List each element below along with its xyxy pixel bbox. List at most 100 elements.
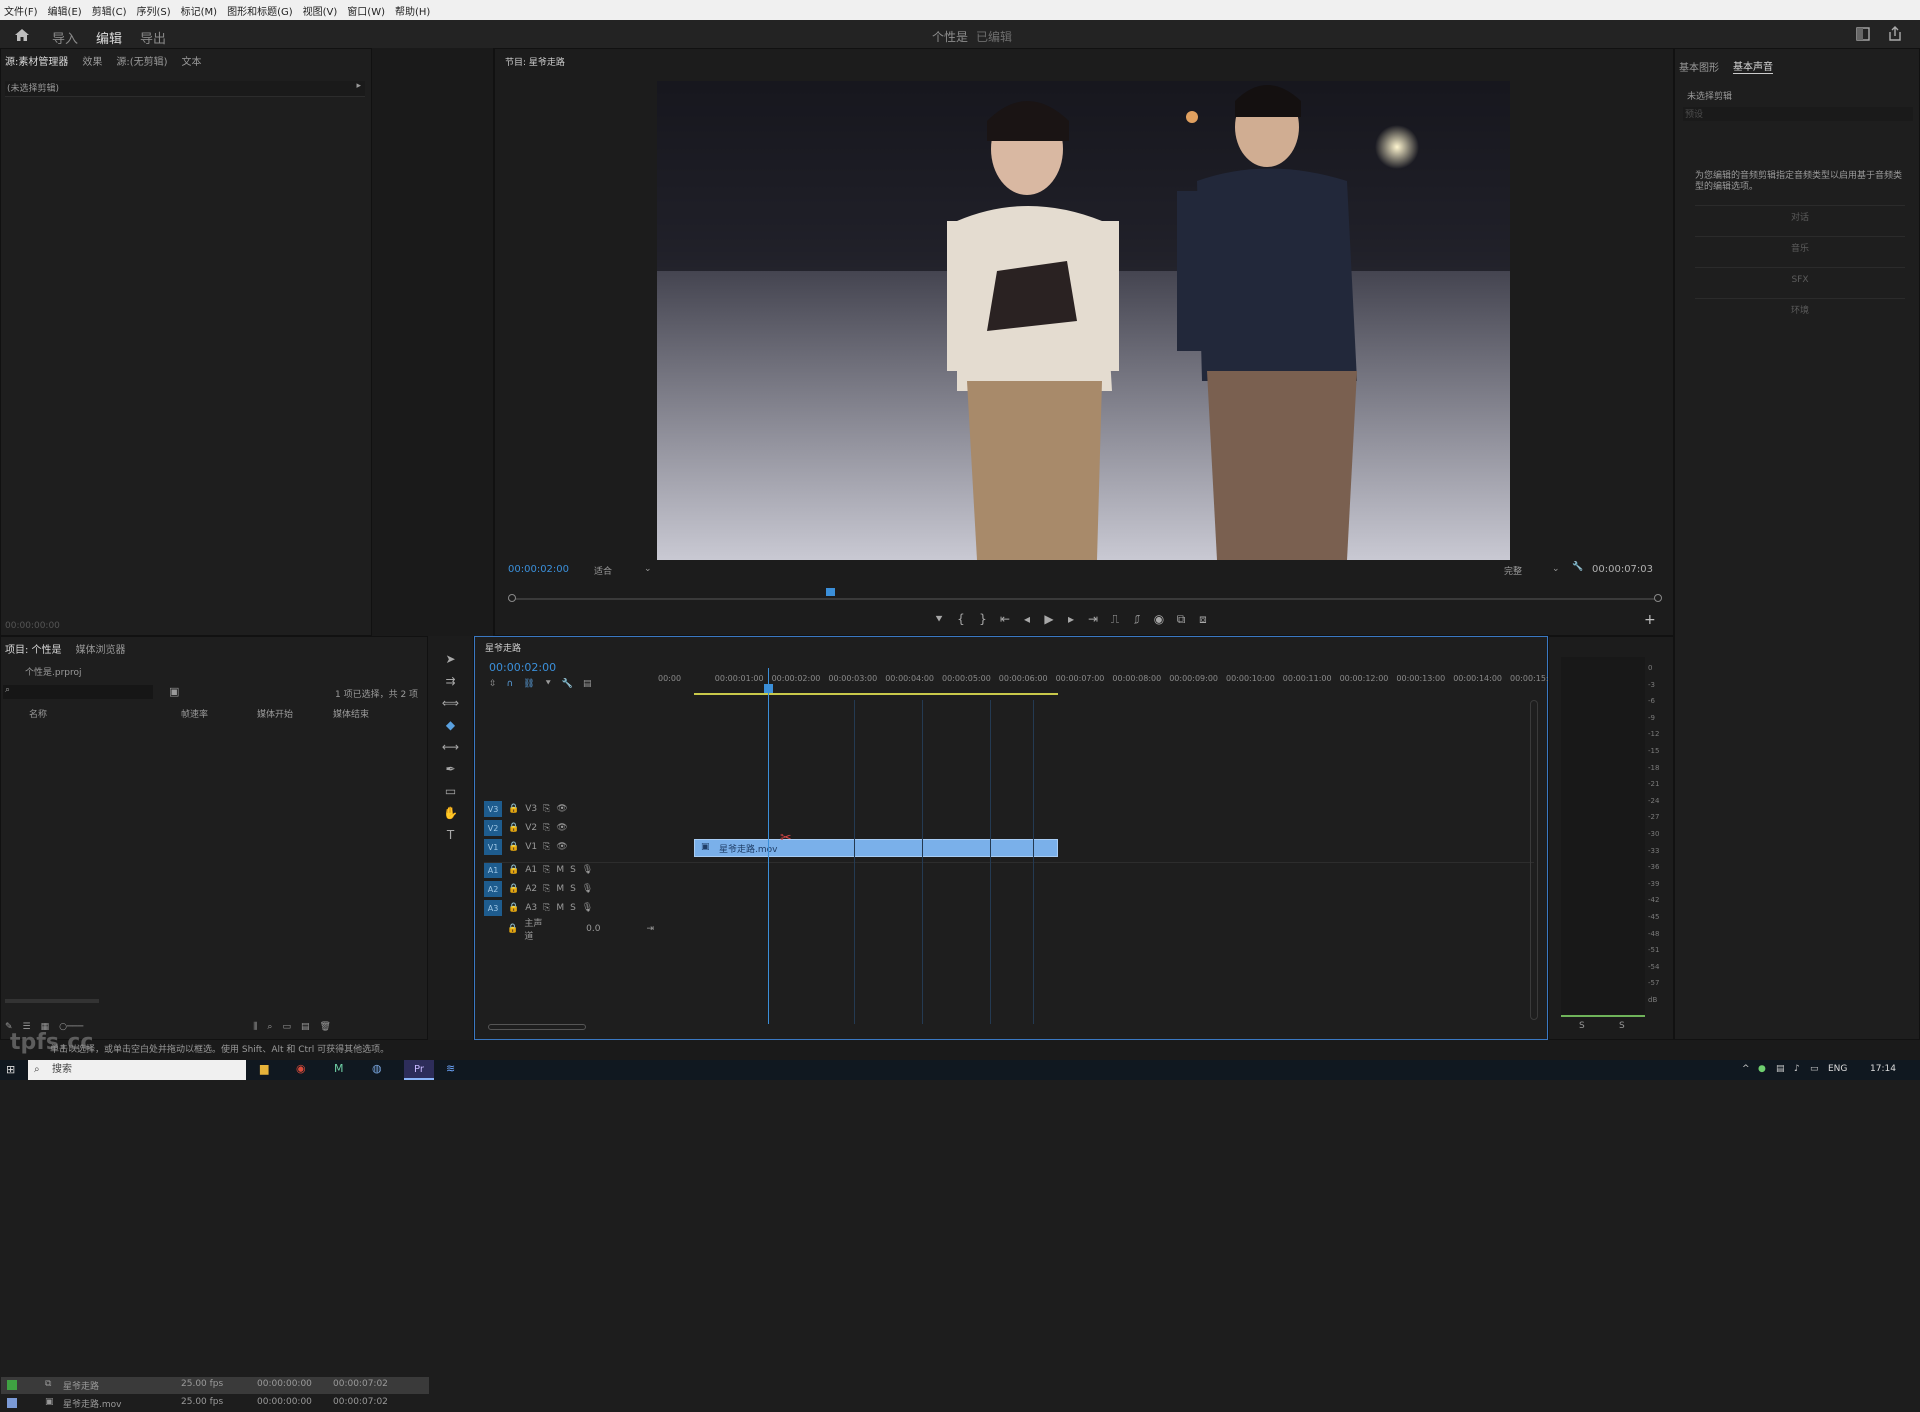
razor-tool-icon[interactable]: ◆ [442, 716, 460, 734]
mute-button[interactable]: M [556, 884, 564, 894]
sync-lock-icon[interactable]: ⎘ [543, 903, 550, 913]
tab-text[interactable]: 文本 [182, 53, 202, 68]
column-media-end[interactable]: 媒体结束 [333, 707, 369, 720]
trash-icon[interactable]: 🗑 [319, 1022, 330, 1032]
app-m-icon[interactable]: M [334, 1062, 344, 1075]
solo-button[interactable]: S [570, 903, 576, 913]
label-color-swatch[interactable] [7, 1380, 17, 1390]
automate-icon[interactable]: ⫼ [253, 1022, 257, 1032]
home-icon[interactable] [14, 28, 30, 45]
source-patch-toggle[interactable]: A3 [484, 900, 502, 916]
track-select-tool-icon[interactable]: ⇉ [442, 672, 460, 690]
settings-wrench-icon[interactable]: 🔧 [562, 679, 573, 689]
extract-icon[interactable]: ⎎ [1128, 610, 1146, 628]
tab-effects[interactable]: 效果 [82, 53, 102, 68]
source-patch-toggle[interactable]: A2 [484, 881, 502, 897]
column-fps[interactable]: 帧速率 [181, 707, 208, 720]
rectangle-tool-icon[interactable]: ▭ [442, 782, 460, 800]
fit-chevron-icon[interactable]: ⌄ [644, 564, 652, 574]
program-monitor-title[interactable]: 节目: 星爷走路 [505, 55, 565, 68]
menu-window[interactable]: 窗口(W) [347, 3, 385, 18]
tab-export[interactable]: 导出 [140, 28, 166, 47]
menu-help[interactable]: 帮助(H) [395, 3, 430, 18]
quality-chevron-icon[interactable]: ⌄ [1552, 564, 1560, 574]
windows-start-icon[interactable]: ⊞ [6, 1063, 15, 1076]
audio-track-header[interactable]: A1 🔒 A1 ⎘ M S 🎙 [484, 861, 654, 879]
tab-source-media[interactable]: 源:素材管理器 [5, 53, 68, 68]
lock-icon[interactable]: 🔒 [508, 903, 519, 913]
video-track-header[interactable]: V3 🔒 V3 ⎘ 👁 [484, 800, 654, 818]
project-scrollbar[interactable] [5, 999, 99, 1003]
export-frame-icon[interactable]: ◉ [1150, 610, 1168, 628]
taskbar-search-input[interactable]: ⌕ 搜索 [28, 1060, 246, 1080]
premiere-pro-icon[interactable]: Pr [404, 1060, 434, 1080]
solo-button[interactable]: S [570, 865, 576, 875]
marker-icon[interactable]: ⯆ [545, 679, 552, 689]
new-bin-bottom-icon[interactable]: ▭ [282, 1022, 291, 1032]
add-button-icon[interactable]: + [1644, 612, 1656, 628]
lock-icon[interactable]: 🔒 [507, 924, 518, 934]
music-button[interactable]: 音乐 [1695, 236, 1905, 260]
ambience-button[interactable]: 环境 [1695, 298, 1905, 322]
tray-wechat-icon[interactable]: ● [1758, 1064, 1766, 1074]
snap-icon[interactable]: ∩ [507, 679, 514, 689]
column-media-start[interactable]: 媒体开始 [257, 707, 293, 720]
source-patch-toggle[interactable]: V3 [484, 801, 502, 817]
label-color-swatch[interactable] [7, 1398, 17, 1408]
go-to-in-icon[interactable]: ⇤ [996, 610, 1014, 628]
timeline-horizontal-scrollbar[interactable] [488, 1024, 586, 1030]
tab-source-clip[interactable]: 源:(无剪辑) [116, 53, 167, 68]
menu-graphics[interactable]: 图形和标题(G) [227, 3, 293, 18]
eye-icon[interactable]: 👁 [556, 823, 567, 833]
video-track-header[interactable]: V1 🔒 V1 ⎘ 👁 [484, 838, 654, 856]
column-name[interactable]: 名称 [29, 707, 47, 720]
mic-icon[interactable]: 🎙 [582, 884, 593, 894]
new-bin-icon[interactable]: ▣ [169, 685, 179, 698]
tray-chevron-icon[interactable]: ^ [1742, 1064, 1750, 1074]
timeline-playhead-handle[interactable] [764, 684, 773, 693]
step-forward-icon[interactable]: ▸ [1062, 610, 1080, 628]
search-input[interactable]: ⌕ [3, 685, 153, 699]
source-patch-toggle[interactable]: V1 [484, 839, 502, 855]
source-patch-toggle[interactable]: A1 [484, 862, 502, 878]
scrubber-end-handle[interactable] [1654, 594, 1662, 602]
fullscreen-icon[interactable] [1856, 27, 1870, 44]
eye-icon[interactable]: 👁 [556, 842, 567, 852]
fit-select[interactable]: 适合 [594, 564, 612, 577]
tray-network-icon[interactable]: ▤ [1776, 1064, 1785, 1074]
pen-tool-icon[interactable]: ✒ [442, 760, 460, 778]
captions-icon[interactable]: ▤ [583, 679, 592, 689]
playhead-marker[interactable] [826, 588, 835, 596]
selection-tool-icon[interactable]: ➤ [442, 650, 460, 668]
master-volume-value[interactable]: 0.0 [586, 924, 600, 934]
tab-media-browser[interactable]: 媒体浏览器 [76, 641, 126, 656]
audio-track-header[interactable]: A3 🔒 A3 ⎘ M S 🎙 [484, 899, 654, 917]
eye-icon[interactable]: 👁 [556, 804, 567, 814]
comparison-view-icon[interactable]: ⧉ [1172, 610, 1190, 628]
go-to-end-icon[interactable]: ⇥ [646, 924, 654, 934]
slip-tool-icon[interactable]: ⟷ [442, 738, 460, 756]
program-timecode-current[interactable]: 00:00:02:00 [508, 564, 569, 575]
tray-language[interactable]: ENG [1828, 1064, 1847, 1074]
source-patch-toggle[interactable]: V2 [484, 820, 502, 836]
tab-import[interactable]: 导入 [52, 28, 78, 47]
lock-icon[interactable]: 🔒 [508, 865, 519, 875]
sync-lock-icon[interactable]: ⎘ [543, 884, 550, 894]
lock-icon[interactable]: 🔒 [508, 823, 519, 833]
work-area-bar[interactable] [694, 693, 1058, 695]
step-back-icon[interactable]: ◂ [1018, 610, 1036, 628]
vr-view-icon[interactable]: ⧈ [1194, 610, 1212, 628]
clip-dropdown[interactable]: (未选择剪辑) ▸ [5, 81, 365, 97]
go-to-out-icon[interactable]: ⇥ [1084, 610, 1102, 628]
mute-button[interactable]: M [556, 903, 564, 913]
lock-icon[interactable]: 🔒 [508, 842, 519, 852]
timeline-timecode[interactable]: 00:00:02:00 [489, 661, 556, 674]
new-item-icon[interactable]: ▤ [301, 1022, 310, 1032]
menu-view[interactable]: 视图(V) [303, 3, 338, 18]
tab-essential-graphics[interactable]: 基本图形 [1679, 59, 1719, 74]
tab-project[interactable]: 项目: 个性是 [5, 641, 62, 656]
menu-clip[interactable]: 剪辑(C) [92, 3, 127, 18]
share-icon[interactable] [1888, 26, 1902, 44]
mute-button[interactable]: M [556, 865, 564, 875]
tray-volume-icon[interactable]: ♪ [1794, 1064, 1800, 1074]
